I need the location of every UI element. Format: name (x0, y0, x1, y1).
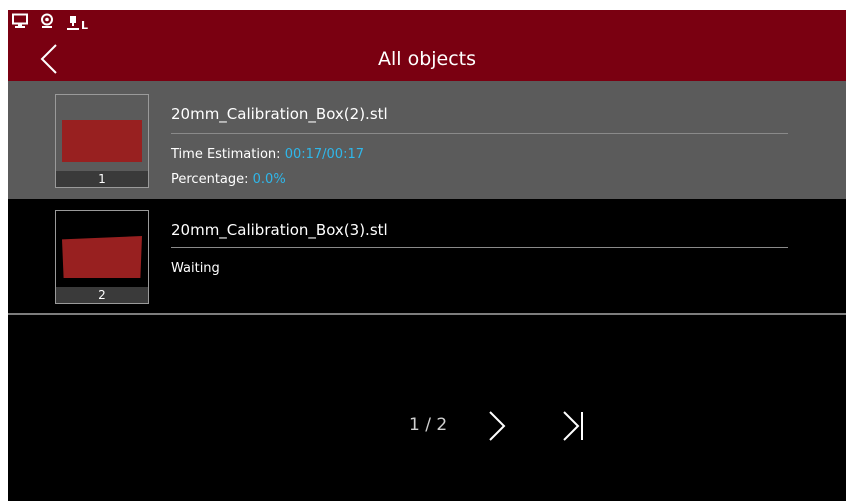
object-filename: 20mm_Calibration_Box(3).stl (171, 221, 388, 239)
object-thumbnail: 2 (55, 210, 149, 304)
pagination: 1 / 2 (8, 405, 846, 445)
model-preview (62, 120, 142, 162)
percentage-label: Percentage: (171, 172, 253, 187)
object-index: 1 (56, 171, 148, 187)
screen: L All objects 1 20mm_Calibration_Box(2).… (8, 10, 846, 501)
monitor-icon (12, 13, 28, 33)
webcam-icon (39, 13, 55, 33)
object-index: 2 (56, 287, 148, 303)
usb-device-icon: L (66, 15, 88, 31)
model-preview (62, 236, 142, 278)
object-status: Waiting (171, 261, 220, 276)
time-estimation: Time Estimation: 00:17/00:17 (171, 147, 364, 162)
page-title: All objects (377, 48, 477, 70)
percentage-value: 0.0% (252, 172, 286, 187)
page-indicator: 1 / 2 (409, 415, 448, 435)
last-page-button[interactable] (560, 408, 590, 448)
time-estimation-value: 00:17/00:17 (284, 147, 364, 162)
divider (171, 133, 788, 134)
status-suffix: L (81, 19, 89, 32)
object-thumbnail: 1 (55, 94, 149, 188)
chevron-right-icon (489, 411, 506, 441)
percentage: Percentage: 0.0% (171, 172, 286, 187)
object-list-item[interactable]: 2 20mm_Calibration_Box(3).stl Waiting (8, 199, 846, 313)
header-bar: L All objects (8, 10, 846, 81)
next-page-button[interactable] (482, 408, 512, 448)
object-list-item[interactable]: 1 20mm_Calibration_Box(2).stl Time Estim… (8, 81, 846, 199)
list-divider (8, 313, 846, 315)
time-estimation-label: Time Estimation: (171, 147, 285, 162)
status-icons: L (12, 13, 88, 33)
object-filename: 20mm_Calibration_Box(2).stl (171, 105, 388, 123)
skip-to-end-icon (563, 411, 583, 441)
divider (171, 247, 788, 248)
